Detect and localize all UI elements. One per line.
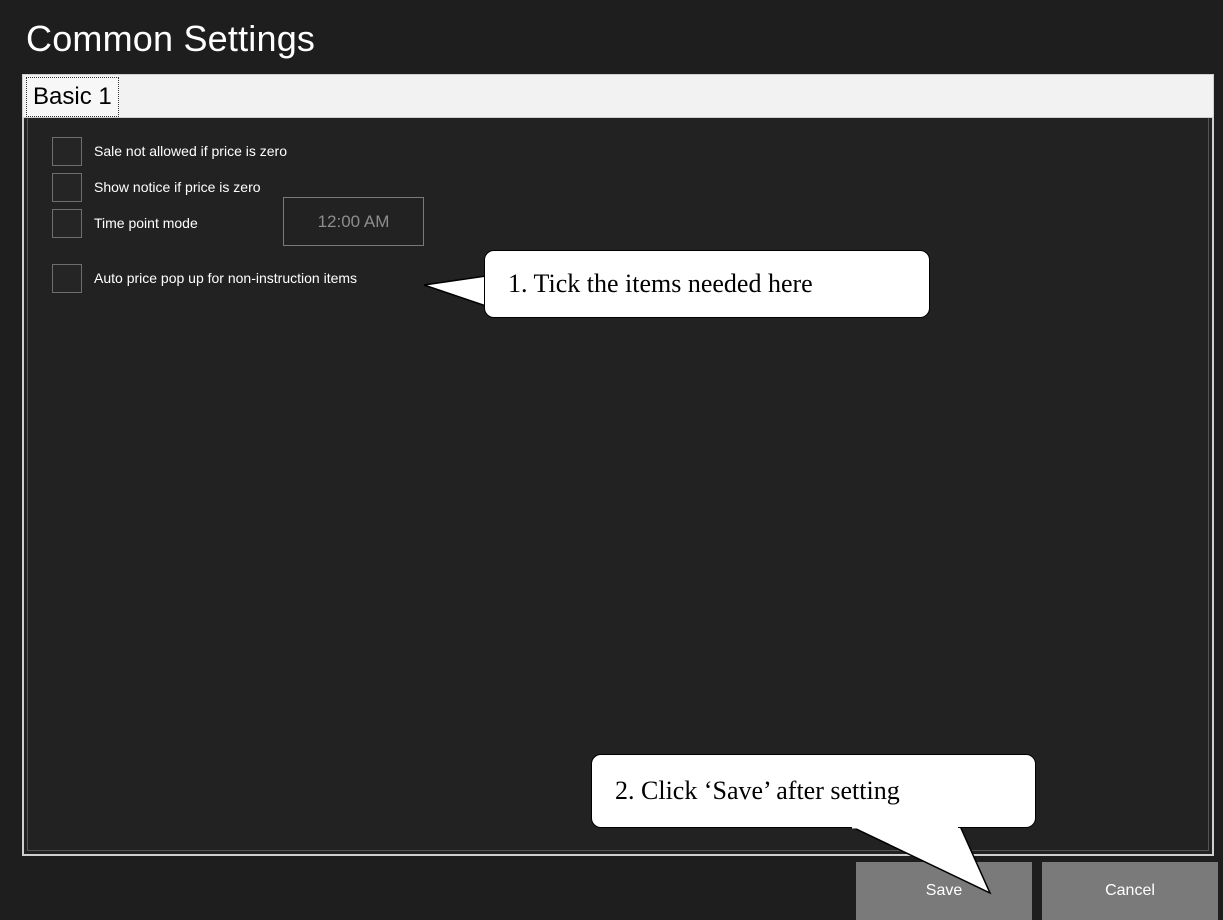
label-time-point-mode: Time point mode (94, 215, 198, 231)
checkbox-auto-price-popup[interactable] (52, 263, 82, 293)
window-title: Common Settings (26, 18, 316, 59)
callout-click-save: 2. Click ‘Save’ after setting (591, 754, 1036, 828)
setting-row-auto-price-popup: Auto price pop up for non-instruction it… (52, 263, 358, 293)
cancel-button[interactable]: Cancel (1042, 862, 1218, 920)
checkbox-sale-not-allowed[interactable] (52, 136, 82, 166)
save-button[interactable]: Save (856, 862, 1032, 920)
setting-row-time-point-mode: Time point mode (52, 208, 198, 238)
tab-basic-1[interactable]: Basic 1 (26, 77, 119, 117)
label-auto-price-popup: Auto price pop up for non-instruction it… (94, 270, 358, 286)
callout-tick-items: 1. Tick the items needed here (484, 250, 930, 318)
setting-row-show-notice: Show notice if price is zero (52, 172, 261, 202)
settings-panel (22, 118, 1214, 856)
time-point-input[interactable]: 12:00 AM (283, 197, 424, 246)
setting-row-sale-not-allowed: Sale not allowed if price is zero (52, 136, 287, 166)
label-sale-not-allowed: Sale not allowed if price is zero (94, 143, 287, 159)
label-show-notice: Show notice if price is zero (94, 179, 261, 195)
panel-border (27, 118, 1209, 851)
tab-strip: Basic 1 (22, 74, 1214, 118)
checkbox-time-point-mode[interactable] (52, 208, 82, 238)
checkbox-show-notice[interactable] (52, 172, 82, 202)
common-settings-window: Common Settings Basic 1 Sale not allowed… (0, 0, 1223, 920)
bottom-bar (0, 862, 1223, 920)
